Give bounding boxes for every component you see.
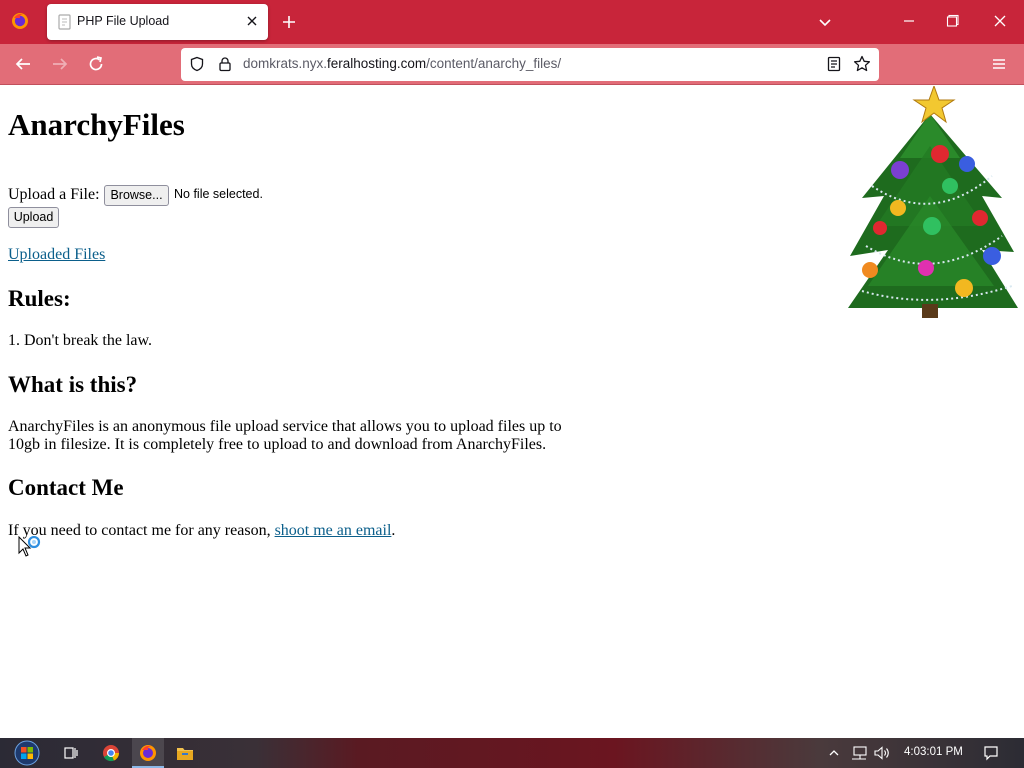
rule-item: 1. Don't break the law. bbox=[8, 332, 153, 349]
contact-text-end: . bbox=[391, 522, 396, 539]
show-hidden-icons-icon[interactable] bbox=[828, 747, 840, 759]
url-bar[interactable]: domkrats.nyx.feralhosting.com/content/an… bbox=[181, 48, 879, 81]
close-window-icon[interactable] bbox=[993, 14, 1007, 28]
back-arrow-icon[interactable] bbox=[14, 55, 32, 73]
url-subdomain: domkrats.nyx. bbox=[243, 56, 328, 71]
task-view-icon[interactable] bbox=[63, 745, 79, 761]
browse-button[interactable]: Browse... bbox=[104, 185, 169, 206]
description-paragraph: AnarchyFiles is an anonymous file upload… bbox=[8, 418, 562, 453]
upload-label: Upload a File: bbox=[8, 186, 100, 203]
contact-paragraph: If you need to contact me for any reason… bbox=[8, 522, 395, 540]
contact-text: If you need to contact me for any reason… bbox=[8, 522, 275, 539]
forward-arrow-icon[interactable] bbox=[51, 55, 69, 73]
file-explorer-icon[interactable] bbox=[176, 745, 194, 761]
upload-button[interactable]: Upload bbox=[8, 207, 59, 228]
page-favicon-icon bbox=[58, 14, 71, 30]
firefox-icon bbox=[140, 745, 156, 761]
uploaded-files-link[interactable]: Uploaded Files bbox=[8, 246, 105, 264]
minimize-icon[interactable] bbox=[902, 14, 916, 28]
notification-center-icon[interactable] bbox=[983, 745, 999, 761]
rules-heading: Rules: bbox=[8, 286, 71, 311]
christmas-tree-image bbox=[848, 86, 1018, 318]
tab-php-file-upload[interactable]: PHP File Upload bbox=[47, 4, 268, 40]
page-title: AnarchyFiles bbox=[8, 107, 185, 142]
lock-icon[interactable] bbox=[217, 56, 233, 72]
chrome-icon[interactable] bbox=[102, 744, 120, 762]
navigation-toolbar: domkrats.nyx.feralhosting.com/content/an… bbox=[0, 44, 1024, 85]
busy-cursor-icon bbox=[18, 536, 41, 557]
url-path: /content/anarchy_files/ bbox=[426, 56, 562, 71]
close-tab-icon[interactable] bbox=[244, 13, 260, 29]
email-link[interactable]: shoot me an email bbox=[275, 522, 392, 539]
clock-time[interactable]: 4:03:01 PM bbox=[904, 746, 963, 758]
contact-heading: Contact Me bbox=[8, 475, 124, 500]
tracking-shield-icon[interactable] bbox=[189, 56, 205, 72]
new-tab-icon[interactable] bbox=[281, 14, 297, 30]
tab-title: PHP File Upload bbox=[77, 14, 170, 28]
tab-bar: PHP File Upload bbox=[0, 0, 1024, 44]
chevron-down-icon[interactable] bbox=[817, 14, 833, 30]
volume-icon[interactable] bbox=[874, 746, 890, 760]
hamburger-menu-icon[interactable] bbox=[991, 56, 1007, 72]
maximize-icon[interactable] bbox=[946, 14, 960, 28]
start-button-icon[interactable] bbox=[10, 740, 44, 766]
firefox-taskbar-button[interactable] bbox=[132, 738, 164, 768]
bookmark-star-icon[interactable] bbox=[853, 55, 871, 73]
url-text[interactable]: domkrats.nyx.feralhosting.com/content/an… bbox=[243, 56, 561, 71]
reload-icon[interactable] bbox=[87, 55, 105, 73]
windows-taskbar: 4:03:01 PM bbox=[0, 738, 1024, 768]
reader-view-icon[interactable] bbox=[826, 56, 842, 72]
firefox-menu-icon[interactable] bbox=[11, 12, 29, 30]
no-file-selected-text: No file selected. bbox=[174, 187, 263, 201]
network-icon[interactable] bbox=[851, 746, 867, 760]
page-content: AnarchyFiles Upload a File: Browse... No… bbox=[0, 86, 1024, 738]
what-is-this-heading: What is this? bbox=[8, 372, 138, 397]
url-domain: feralhosting.com bbox=[327, 56, 427, 71]
